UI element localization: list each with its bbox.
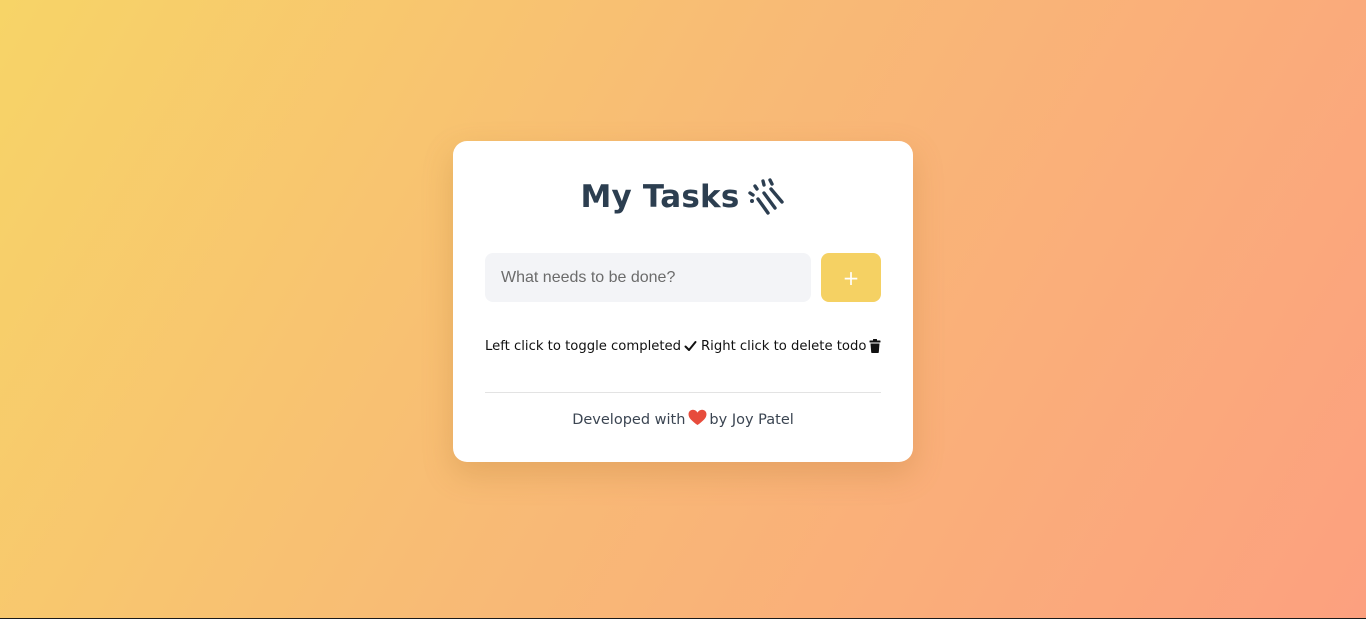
divider xyxy=(485,392,881,393)
instructions: Left click to toggle completed Right cli… xyxy=(485,339,881,354)
todo-card: My Tasks + Left click to toggle complete… xyxy=(453,141,913,462)
add-task-button[interactable]: + xyxy=(821,253,881,302)
page-title: My Tasks xyxy=(580,179,740,215)
title-row: My Tasks xyxy=(453,177,913,217)
footer-author: by Joy Patel xyxy=(709,411,794,428)
toggle-hint: Left click to toggle completed xyxy=(485,339,682,354)
footer-prefix: Developed with xyxy=(572,411,686,428)
task-input[interactable] xyxy=(485,253,811,302)
sparkle-icon xyxy=(746,177,786,217)
trash-icon xyxy=(869,339,881,354)
footer: Developed with by Joy Patel xyxy=(453,409,913,430)
check-icon xyxy=(684,339,697,354)
heart-icon xyxy=(688,409,707,430)
task-form: + xyxy=(485,253,881,302)
delete-hint: Right click to delete todo xyxy=(701,339,867,354)
